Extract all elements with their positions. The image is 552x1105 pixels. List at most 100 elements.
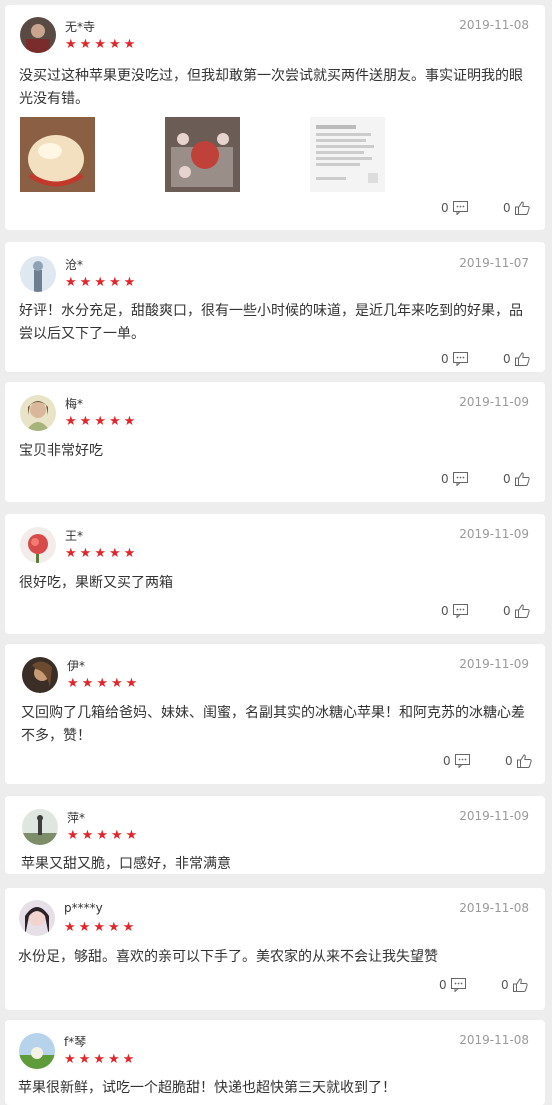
review-card: 沧* 2019-11-07 ★ ★ ★ ★ ★ 好评！水分充足，甜酸爽口，很有一… (5, 242, 545, 372)
star-icon: ★ (110, 676, 123, 691)
like-button[interactable]: 0 (501, 978, 528, 992)
thumbs-up-icon (514, 201, 530, 215)
star-icon: ★ (125, 676, 138, 691)
review-text: 苹果很新鲜，试吃一个超脆甜！快递也超快第三天就收到了！ (18, 1080, 396, 1096)
like-count: 0 (505, 754, 513, 768)
thumbs-up-icon (516, 754, 532, 768)
star-icon: ★ (123, 546, 136, 561)
star-icon: ★ (94, 275, 106, 290)
username: 王* (65, 529, 84, 543)
comment-icon (452, 352, 468, 366)
comment-icon (454, 754, 470, 768)
apple-slice-photo[interactable] (20, 117, 95, 192)
chat-screenshot-photo[interactable] (310, 117, 385, 192)
like-count: 0 (503, 201, 511, 215)
avatar[interactable] (20, 17, 56, 53)
star-icon: ★ (123, 414, 136, 429)
username: 梅* (65, 397, 84, 411)
star-icon: ★ (79, 546, 92, 561)
star-icon: ★ (65, 37, 77, 52)
star-icon: ★ (79, 414, 92, 429)
comment-button[interactable]: 0 (441, 352, 468, 366)
comment-count: 0 (443, 754, 451, 768)
username: 沧* (65, 258, 84, 272)
star-icon: ★ (81, 828, 94, 843)
review-card: p****y 2019-11-08 ★ ★ ★ ★ ★ 水份足，够甜。喜欢的亲可… (5, 888, 545, 1010)
avatar[interactable] (20, 527, 56, 563)
review-text: 好评！水分充足，甜酸爽口，很有一些小时候的味道，是近几年来吃到的好果，品尝以后又… (19, 303, 523, 342)
comment-count: 0 (441, 472, 449, 486)
like-count: 0 (503, 472, 511, 486)
like-button[interactable]: 0 (503, 352, 530, 366)
star-icon: ★ (96, 676, 108, 691)
star-icon: ★ (93, 1052, 105, 1067)
comment-button[interactable]: 0 (441, 604, 468, 618)
review-text: 很好吃，果断又买了两箱 (19, 575, 173, 591)
review-card: 萍* 2019-11-09 ★ ★ ★ ★ ★ 苹果又甜又脆，口感好，非常满意 (5, 796, 545, 874)
review-date: 2019-11-08 (459, 18, 529, 32)
star-icon: ★ (107, 1052, 120, 1067)
star-icon: ★ (125, 828, 138, 843)
star-icon: ★ (64, 920, 76, 935)
comment-count: 0 (439, 978, 447, 992)
star-icon: ★ (79, 275, 92, 290)
star-icon: ★ (108, 414, 121, 429)
like-count: 0 (501, 978, 509, 992)
like-count: 0 (503, 604, 511, 618)
username: f*琴 (64, 1035, 87, 1049)
star-icon: ★ (123, 37, 136, 52)
thumbs-up-icon (514, 604, 530, 618)
comment-count: 0 (441, 201, 449, 215)
review-date: 2019-11-08 (459, 1033, 529, 1047)
star-rating: ★ ★ ★ ★ ★ (65, 38, 135, 51)
comment-button[interactable]: 0 (443, 754, 470, 768)
comment-count: 0 (441, 352, 449, 366)
review-card: 梅* 2019-11-09 ★ ★ ★ ★ ★ 宝贝非常好吃 0 0 (5, 382, 545, 502)
review-text: 没买过这种苹果更没吃过，但我却敢第一次尝试就买两件送朋友。事实证明我的眼光没有错… (19, 68, 523, 107)
username: 无*寺 (65, 20, 96, 34)
star-icon: ★ (94, 546, 106, 561)
avatar[interactable] (22, 809, 58, 845)
star-icon: ★ (123, 275, 136, 290)
star-rating: ★ ★ ★ ★ ★ (67, 677, 137, 690)
star-icon: ★ (78, 1052, 91, 1067)
star-icon: ★ (94, 414, 106, 429)
star-icon: ★ (64, 1052, 76, 1067)
star-icon: ★ (94, 37, 106, 52)
star-icon: ★ (65, 275, 77, 290)
star-icon: ★ (93, 920, 105, 935)
star-rating: ★ ★ ★ ★ ★ (65, 415, 135, 428)
avatar[interactable] (22, 657, 58, 693)
like-button[interactable]: 0 (503, 201, 530, 215)
review-date: 2019-11-09 (459, 809, 529, 823)
comment-button[interactable]: 0 (439, 978, 466, 992)
thumbs-up-icon (514, 352, 530, 366)
like-button[interactable]: 0 (503, 472, 530, 486)
star-icon: ★ (122, 920, 135, 935)
review-card: 王* 2019-11-09 ★ ★ ★ ★ ★ 很好吃，果断又买了两箱 0 0 (5, 514, 545, 634)
star-icon: ★ (81, 676, 94, 691)
like-button[interactable]: 0 (505, 754, 532, 768)
comment-count: 0 (441, 604, 449, 618)
review-date: 2019-11-07 (459, 256, 529, 270)
review-date: 2019-11-09 (459, 657, 529, 671)
star-icon: ★ (122, 1052, 135, 1067)
comment-icon (450, 978, 466, 992)
review-text: 苹果又甜又脆，口感好，非常满意 (21, 856, 231, 872)
thumbs-up-icon (514, 472, 530, 486)
apple-box-photo[interactable] (165, 117, 240, 192)
review-card: 无*寺 2019-11-08 ★ ★ ★ ★ ★ 没买过这种苹果更没吃过，但我却… (5, 5, 545, 230)
like-button[interactable]: 0 (503, 604, 530, 618)
username: 伊* (67, 659, 86, 673)
comment-button[interactable]: 0 (441, 201, 468, 215)
review-text: 又回购了几箱给爸妈、妹妹、闺蜜，名副其实的冰糖心苹果！和阿克苏的冰糖心差不多，赞… (21, 705, 525, 744)
comment-button[interactable]: 0 (441, 472, 468, 486)
star-icon: ★ (108, 37, 121, 52)
avatar[interactable] (19, 900, 55, 936)
avatar[interactable] (20, 256, 56, 292)
avatar[interactable] (19, 1033, 55, 1069)
review-photos (20, 117, 455, 192)
review-card: 伊* 2019-11-09 ★ ★ ★ ★ ★ 又回购了几箱给爸妈、妹妹、闺蜜，… (5, 644, 545, 784)
star-icon: ★ (79, 37, 92, 52)
avatar[interactable] (20, 395, 56, 431)
